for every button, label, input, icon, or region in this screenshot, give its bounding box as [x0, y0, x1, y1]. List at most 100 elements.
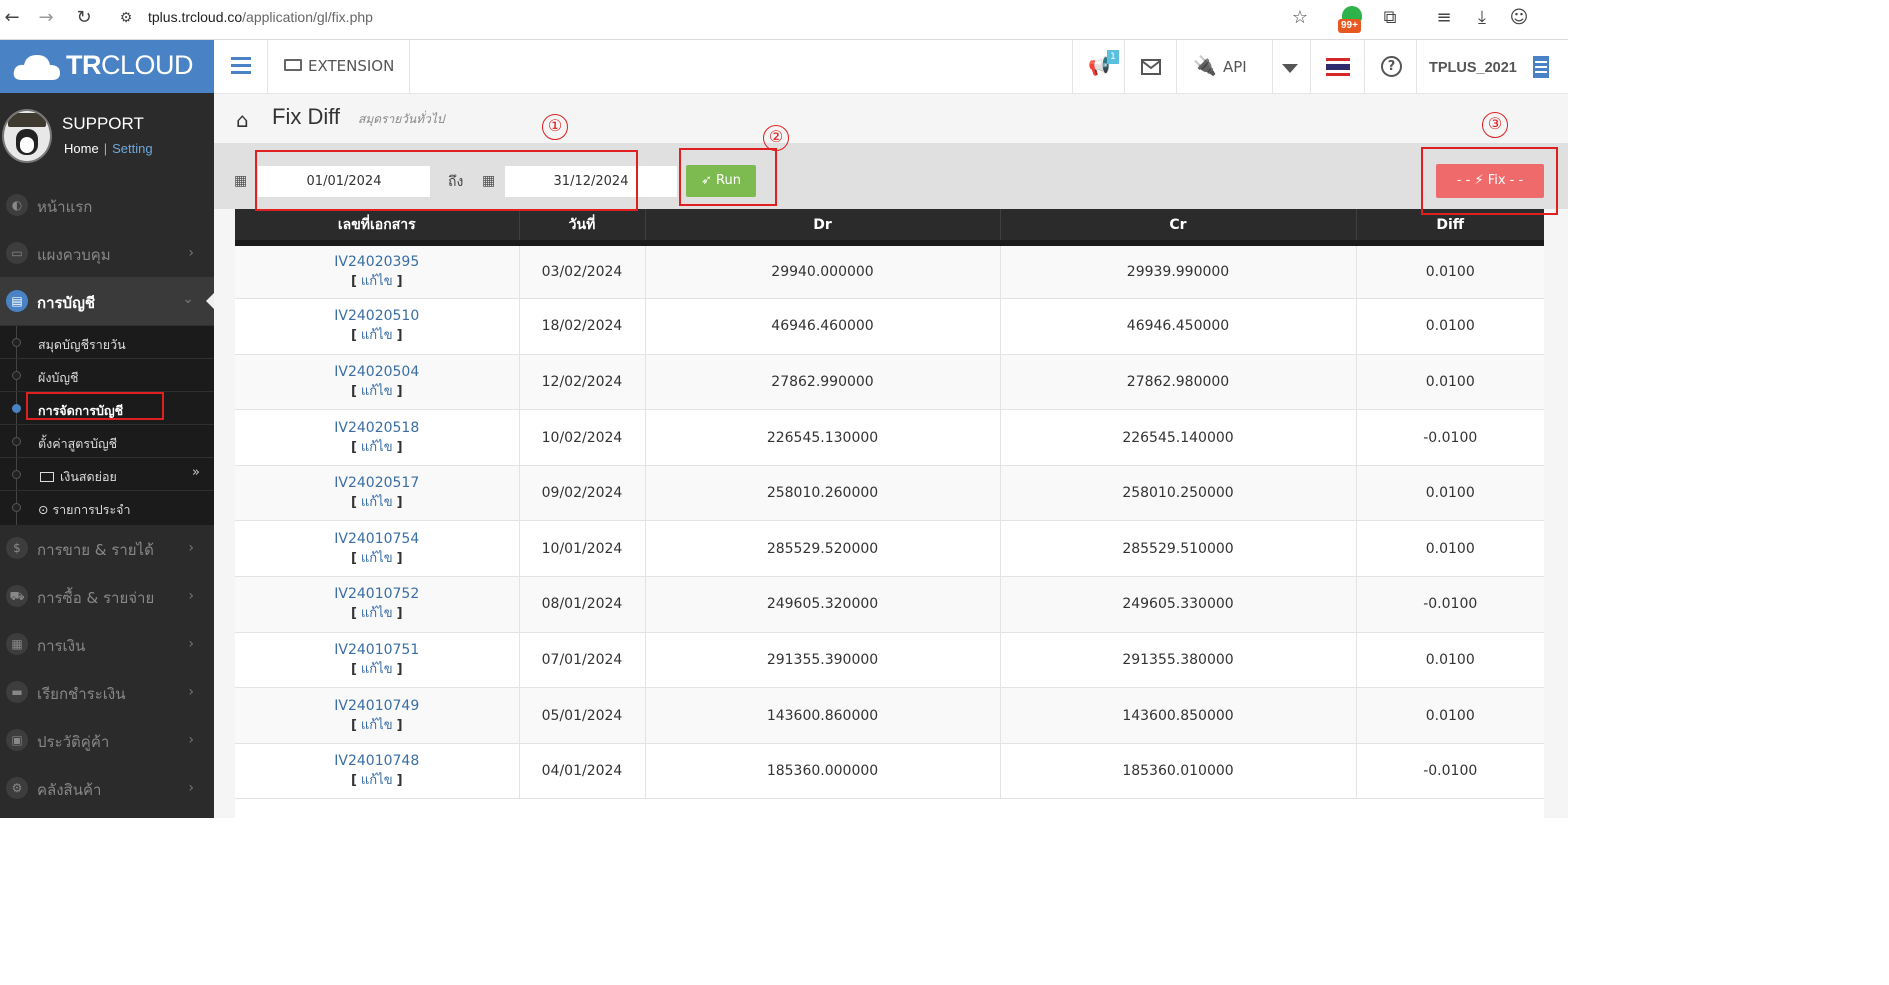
doc-number-link[interactable]: IV24010754 — [235, 529, 519, 549]
address-bar[interactable]: tplus.trcloud.co/application/gl/fix.php — [148, 9, 373, 25]
sidebar-item-control-panel[interactable]: ▭ แผงควบคุม › — [0, 229, 214, 277]
doc-cell: IV24020518[แก้ไข] — [235, 409, 520, 466]
dollar-icon: $ — [6, 537, 28, 559]
doc-cell: IV24010748 [แก้ไข] — [235, 743, 520, 800]
edit-link-label[interactable]: แก้ไข — [361, 495, 393, 510]
profile-avatar-icon[interactable]: ☺ — [1507, 6, 1531, 30]
help-button[interactable]: ? — [1364, 40, 1416, 94]
menu-toggle-button[interactable] — [214, 40, 268, 94]
sidebar-item-accounting[interactable]: ▤ การบัญชี ⌄ — [0, 277, 214, 325]
hamburger-icon — [231, 57, 251, 60]
column-header-doc-no[interactable]: เลขที่เอกสาร — [235, 209, 520, 246]
annotation-number-1: ① — [542, 114, 568, 140]
extension-badge-icon[interactable]: 99+ — [1338, 5, 1366, 33]
sub-item-label: รายการประจำ — [52, 502, 131, 517]
column-header-date[interactable]: วันที่ — [519, 209, 646, 246]
edit-link: [แก้ไข] — [350, 439, 403, 455]
sub-item-account-formula[interactable]: ตั้งค่าสูตรบัญชี — [0, 424, 214, 457]
edit-link-label[interactable]: แก้ไข — [361, 328, 393, 343]
sub-item-petty-cash[interactable]: เงินสดย่อย » — [0, 457, 214, 490]
doc-number-link[interactable]: IV24020395 — [235, 252, 519, 272]
building-icon — [1533, 56, 1549, 78]
edit-link: [แก้ไข] — [350, 661, 403, 677]
column-header-cr[interactable]: Cr — [1000, 209, 1357, 246]
sidebar-item-billing[interactable]: ▬ เรียกชำระเงิน › — [0, 668, 214, 716]
diff-cell: 0.0100 — [1356, 465, 1544, 522]
sidebar-item-finance[interactable]: ▦ การเงิน › — [0, 620, 214, 668]
sub-item-label: ผังบัญชี — [38, 370, 79, 385]
annotation-box-menu — [26, 392, 164, 420]
company-button[interactable]: TPLUS_2021 — [1416, 40, 1568, 94]
contact-icon: ▣ — [6, 729, 28, 751]
sub-item-daily-journal[interactable]: สมุดบัญชีรายวัน — [0, 325, 214, 358]
chevron-right-icon: › — [188, 780, 194, 796]
extension-button[interactable]: EXTENSION — [268, 40, 410, 94]
back-arrow-icon[interactable]: ← — [0, 6, 24, 30]
edit-link-label[interactable]: แก้ไข — [361, 718, 393, 733]
dropdown-button[interactable] — [1272, 40, 1310, 94]
site-info-icon[interactable]: ⚙ — [114, 6, 138, 30]
media-queue-icon[interactable]: ≡ — [1432, 6, 1456, 30]
announcement-button[interactable]: 📢 1 — [1072, 40, 1124, 94]
edit-link-label[interactable]: แก้ไข — [361, 384, 393, 399]
doc-number-link[interactable]: IV24020510 — [235, 306, 519, 326]
extension-badge-count: 99+ — [1338, 19, 1361, 33]
download-icon[interactable]: ⤓ — [1470, 6, 1494, 30]
doc-number-link[interactable]: IV24010752 — [235, 584, 519, 604]
extensions-puzzle-icon[interactable]: ⧉ — [1378, 6, 1402, 30]
dr-cell: 185360.000000 — [645, 743, 1001, 800]
envelope-icon — [1141, 59, 1161, 75]
doc-number-link[interactable]: IV24010749 — [235, 696, 519, 716]
dr-cell: 249605.320000 — [645, 576, 1001, 633]
avatar — [2, 109, 52, 163]
bookmark-star-icon[interactable]: ☆ — [1288, 6, 1312, 30]
edit-link-label[interactable]: แก้ไข — [361, 551, 393, 566]
date-cell: 07/01/2024 — [519, 632, 646, 689]
date-cell: 08/01/2024 — [519, 576, 646, 633]
sidebar-item-inventory[interactable]: ⚙ คลังสินค้า › — [0, 764, 214, 812]
sub-item-recurring[interactable]: ⊙ รายการประจำ — [0, 490, 214, 523]
id-card-icon — [40, 472, 54, 482]
active-indicator — [206, 293, 214, 309]
edit-link-label[interactable]: แก้ไข — [361, 274, 393, 289]
chevron-right-icon: › — [188, 588, 194, 604]
mail-button[interactable] — [1124, 40, 1176, 94]
home-icon[interactable]: ⌂ — [236, 108, 249, 132]
diff-cell: -0.0100 — [1356, 576, 1544, 633]
table-row: IV24020518[แก้ไข] 10/02/2024 226545.130000… — [235, 409, 1544, 466]
sub-item-chart-of-accounts[interactable]: ผังบัญชี — [0, 358, 214, 391]
column-header-dr[interactable]: Dr — [645, 209, 1001, 246]
api-button[interactable]: 🔌 API — [1176, 40, 1272, 94]
sidebar-item-home[interactable]: ◐ หน้าแรก — [0, 181, 214, 229]
sidebar-item-label: การบัญชี — [37, 294, 96, 312]
table-row: IV24010749[แก้ไข] 05/01/2024 143600.860000… — [235, 687, 1544, 744]
edit-link-label[interactable]: แก้ไข — [361, 606, 393, 621]
notification-count: 1 — [1107, 50, 1119, 64]
edit-link-label[interactable]: แก้ไข — [361, 773, 393, 788]
edit-link-label[interactable]: แก้ไข — [361, 440, 393, 455]
cr-cell: 27862.980000 — [1000, 354, 1357, 411]
dr-cell: 291355.390000 — [645, 632, 1001, 689]
language-button[interactable] — [1310, 40, 1364, 94]
sidebar-item-sales[interactable]: $ การขาย & รายได้ › — [0, 524, 214, 572]
brand-logo[interactable]: TRCLOUD — [0, 40, 214, 93]
sidebar-item-purchases[interactable]: ⛟ การซื้อ & รายจ่าย › — [0, 572, 214, 620]
setting-link[interactable]: Setting — [112, 141, 152, 156]
date-cell: 10/01/2024 — [519, 520, 646, 578]
doc-cell: IV24010754[แก้ไข] — [235, 520, 520, 578]
doc-number-link[interactable]: IV24020517 — [235, 473, 519, 493]
diff-cell: 0.0100 — [1356, 354, 1544, 411]
reload-icon[interactable]: ↻ — [72, 6, 96, 30]
forward-arrow-icon[interactable]: → — [34, 6, 58, 30]
sidebar-item-contacts[interactable]: ▣ ประวัติคู่ค้า › — [0, 716, 214, 764]
doc-number-link[interactable]: IV24020504 — [235, 362, 519, 382]
home-link[interactable]: Home — [64, 141, 99, 156]
doc-number-link[interactable]: IV24010748 — [235, 751, 519, 771]
double-chevron-right-icon: » — [192, 465, 200, 480]
edit-link: [แก้ไข] — [350, 383, 403, 399]
doc-number-link[interactable]: IV24010751 — [235, 640, 519, 660]
edit-link-label[interactable]: แก้ไข — [361, 662, 393, 677]
doc-number-link[interactable]: IV24020518 — [235, 418, 519, 438]
doc-cell: IV24010749[แก้ไข] — [235, 687, 520, 744]
url-path: /application/gl/fix.php — [242, 9, 373, 25]
